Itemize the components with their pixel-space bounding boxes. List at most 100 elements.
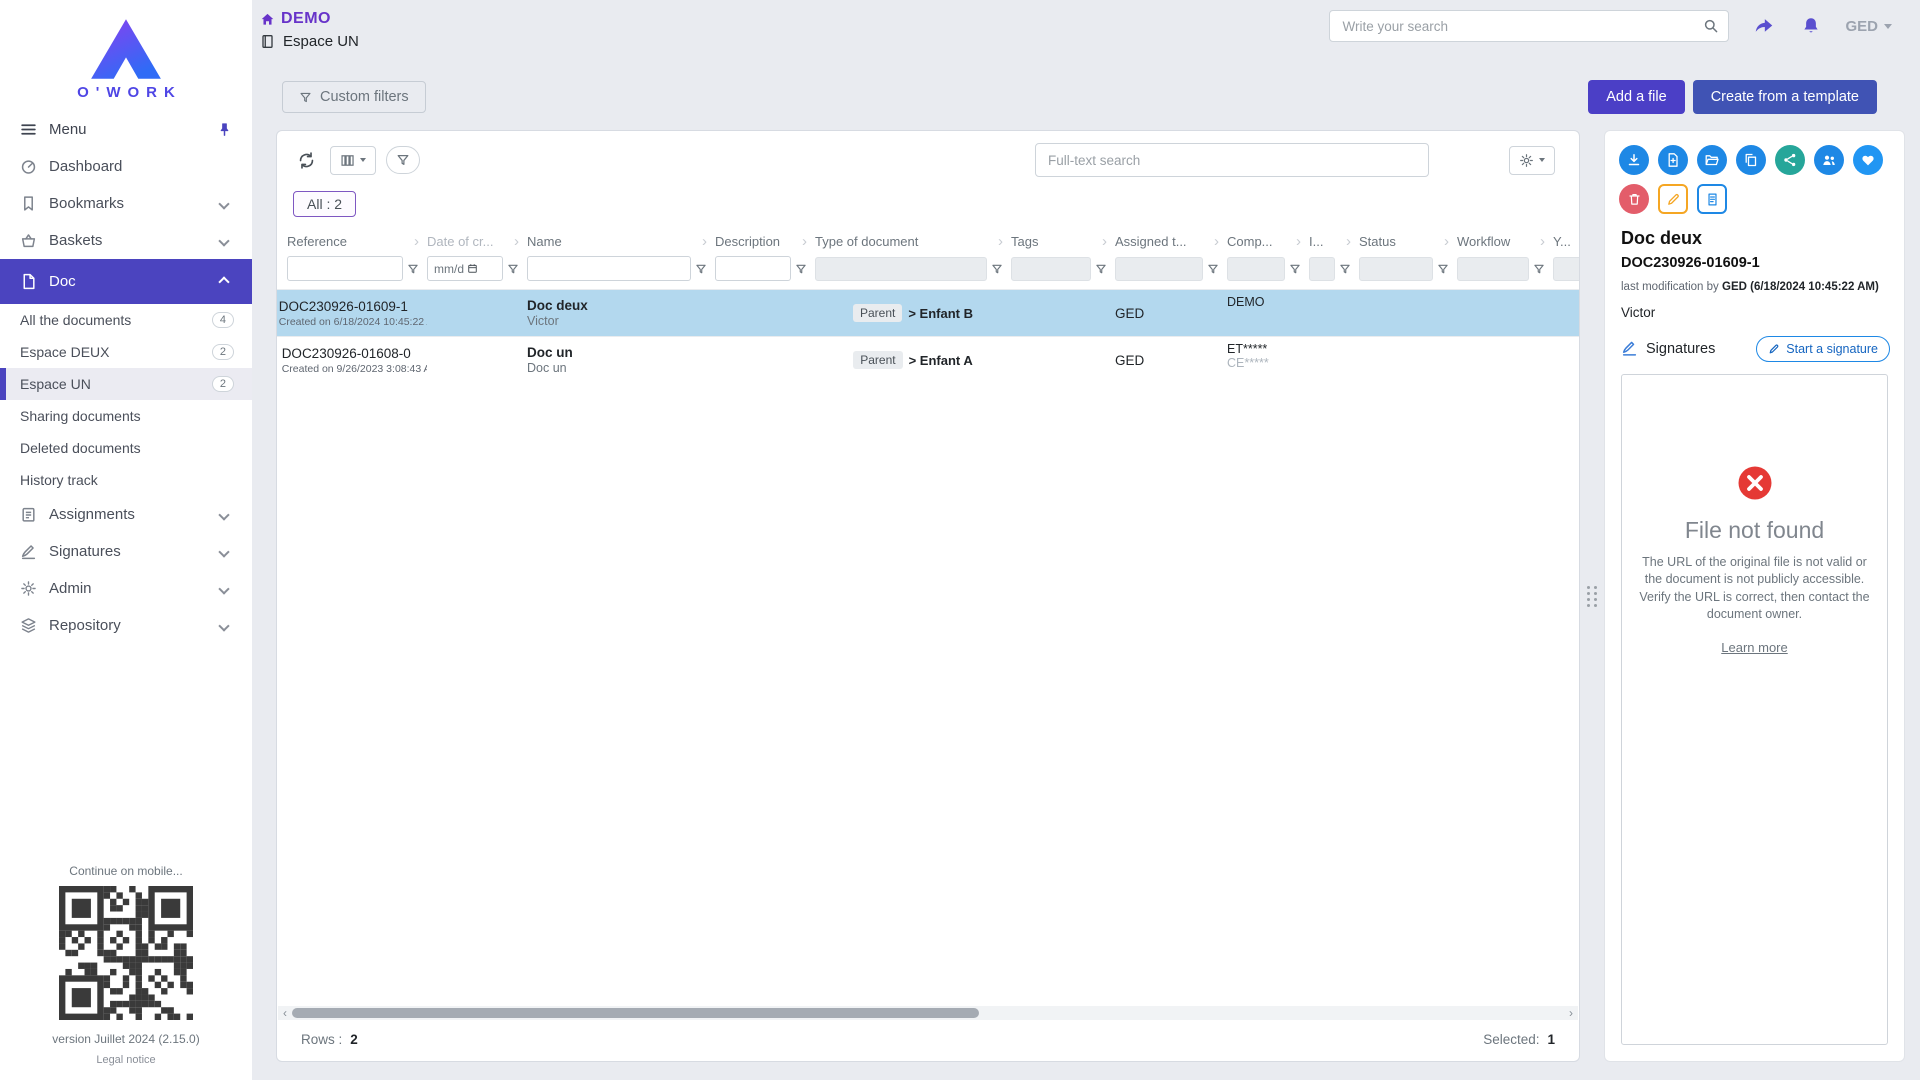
filter-status-select[interactable]	[1359, 257, 1433, 281]
refresh-button[interactable]	[293, 147, 320, 174]
filter-reference-input[interactable]	[287, 256, 403, 281]
filter-i-select[interactable]	[1309, 257, 1335, 281]
funnel-icon[interactable]	[407, 263, 419, 275]
sidebar-subitem-deleted-documents[interactable]: Deleted documents	[0, 432, 252, 464]
sidebar-item-assignments[interactable]: Assignments	[0, 496, 252, 533]
legal-notice-link[interactable]: Legal notice	[96, 1054, 155, 1066]
scrollbar-track[interactable]	[292, 1006, 1564, 1020]
column-menu-icon[interactable]: ›	[1346, 233, 1359, 250]
app-home-link[interactable]: DEMO	[260, 10, 359, 28]
app-logo[interactable]: O'WORK	[0, 0, 252, 111]
funnel-icon[interactable]	[795, 263, 807, 275]
column-menu-icon[interactable]: ›	[702, 233, 715, 250]
global-search-input[interactable]	[1329, 10, 1729, 42]
notifications-button[interactable]	[1799, 14, 1823, 38]
column-menu-icon[interactable]: ›	[802, 233, 815, 250]
column-header-y[interactable]: Y...	[1553, 233, 1579, 250]
column-header-name[interactable]: Name›	[527, 233, 715, 250]
detail-last-modified: last modification by GED (6/18/2024 10:4…	[1605, 271, 1904, 296]
funnel-icon[interactable]	[1095, 263, 1107, 275]
column-header-type[interactable]: Type of document›	[815, 233, 1011, 250]
sidebar-subitem-espace-un[interactable]: Espace UN 2	[0, 368, 252, 400]
funnel-icon[interactable]	[695, 263, 707, 275]
filter-name-input[interactable]	[527, 256, 691, 281]
filter-assigned-select[interactable]	[1115, 257, 1203, 281]
filter-workflow-select[interactable]	[1457, 257, 1529, 281]
table-row[interactable]: DOC230926-01609-1 Created on 6/18/2024 1…	[277, 289, 1579, 336]
edit-button[interactable]	[1658, 184, 1688, 214]
add-file-button[interactable]: Add a file	[1588, 80, 1684, 114]
funnel-icon[interactable]	[507, 263, 519, 275]
create-from-template-button[interactable]: Create from a template	[1693, 80, 1877, 114]
horizontal-scrollbar[interactable]: ‹ ›	[278, 1006, 1578, 1020]
tab-all[interactable]: All : 2	[293, 191, 356, 217]
copy-button[interactable]	[1736, 145, 1766, 175]
properties-button[interactable]	[1697, 184, 1727, 214]
column-header-company[interactable]: Comp...›	[1227, 233, 1309, 250]
column-header-date[interactable]: Date of cr...›	[427, 233, 527, 250]
column-menu-icon[interactable]: ›	[998, 233, 1011, 250]
start-signature-button[interactable]: Start a signature	[1756, 336, 1890, 362]
user-menu[interactable]: GED	[1845, 18, 1892, 35]
funnel-icon[interactable]	[1437, 263, 1449, 275]
learn-more-link[interactable]: Learn more	[1721, 640, 1787, 655]
table-row[interactable]: PDF DOC230926-01608-0 Created on 9/26/20…	[277, 336, 1579, 383]
sidebar-item-dashboard[interactable]: Dashboard	[0, 148, 252, 185]
sidebar-item-repository[interactable]: Repository	[0, 607, 252, 644]
filter-type-select[interactable]	[815, 257, 987, 281]
assign-users-button[interactable]	[1814, 145, 1844, 175]
funnel-icon[interactable]	[1339, 263, 1351, 275]
sidebar-subitem-espace-deux[interactable]: Espace DEUX 2	[0, 336, 252, 368]
sidebar-subitem-sharing-documents[interactable]: Sharing documents	[0, 400, 252, 432]
funnel-icon[interactable]	[991, 263, 1003, 275]
open-folder-button[interactable]	[1697, 145, 1727, 175]
sidebar-subitem-all-documents[interactable]: All the documents 4	[0, 304, 252, 336]
funnel-icon[interactable]	[1207, 263, 1219, 275]
scroll-left-arrow[interactable]: ‹	[278, 1006, 292, 1020]
column-header-assigned[interactable]: Assigned t...›	[1115, 233, 1227, 250]
column-menu-icon[interactable]: ›	[1296, 233, 1309, 250]
favorite-button[interactable]	[1853, 145, 1883, 175]
sidebar-item-admin[interactable]: Admin	[0, 570, 252, 607]
column-header-workflow[interactable]: Workflow›	[1457, 233, 1553, 250]
sidebar-item-baskets[interactable]: Baskets	[0, 222, 252, 259]
sidebar-item-doc[interactable]: Doc	[0, 259, 252, 304]
column-menu-icon[interactable]: ›	[1214, 233, 1227, 250]
column-menu-icon[interactable]: ›	[1540, 233, 1553, 250]
menu-toggle[interactable]: Menu	[0, 111, 252, 148]
custom-filters-button[interactable]: Custom filters	[282, 81, 426, 113]
column-header-description[interactable]: Description›	[715, 233, 815, 250]
delete-button[interactable]	[1619, 184, 1649, 214]
sidebar-item-bookmarks[interactable]: Bookmarks	[0, 185, 252, 222]
filter-description-input[interactable]	[715, 256, 791, 281]
scroll-right-arrow[interactable]: ›	[1564, 1006, 1578, 1020]
column-menu-icon[interactable]: ›	[1444, 233, 1457, 250]
column-header-reference[interactable]: Reference›	[277, 233, 427, 250]
filter-date-input[interactable]: mm/d	[427, 256, 503, 281]
column-menu-icon[interactable]: ›	[514, 233, 527, 250]
column-header-tags[interactable]: Tags›	[1011, 233, 1115, 250]
column-header-status[interactable]: Status›	[1359, 233, 1457, 250]
funnel-icon[interactable]	[1289, 263, 1301, 275]
panel-resize-handle[interactable]	[1580, 130, 1604, 1062]
sidebar-item-signatures[interactable]: Signatures	[0, 533, 252, 570]
columns-button[interactable]	[330, 146, 376, 175]
download-button[interactable]	[1619, 145, 1649, 175]
filter-y-select[interactable]	[1553, 257, 1579, 281]
funnel-icon[interactable]	[1533, 263, 1545, 275]
grid-filter-button[interactable]	[386, 146, 420, 174]
fulltext-search-input[interactable]	[1035, 143, 1429, 177]
column-menu-icon[interactable]: ›	[1102, 233, 1115, 250]
column-header-i[interactable]: I...›	[1309, 233, 1359, 250]
column-menu-icon[interactable]: ›	[414, 233, 427, 250]
share-button[interactable]	[1751, 13, 1777, 39]
filter-company-select[interactable]	[1227, 257, 1285, 281]
scrollbar-thumb[interactable]	[292, 1008, 979, 1018]
pin-icon[interactable]	[217, 122, 232, 137]
filter-tags-select[interactable]	[1011, 257, 1091, 281]
search-icon[interactable]	[1703, 18, 1719, 34]
grid-settings-button[interactable]	[1509, 146, 1555, 175]
share-document-button[interactable]	[1775, 145, 1805, 175]
sidebar-subitem-history-track[interactable]: History track	[0, 464, 252, 496]
add-version-button[interactable]	[1658, 145, 1688, 175]
